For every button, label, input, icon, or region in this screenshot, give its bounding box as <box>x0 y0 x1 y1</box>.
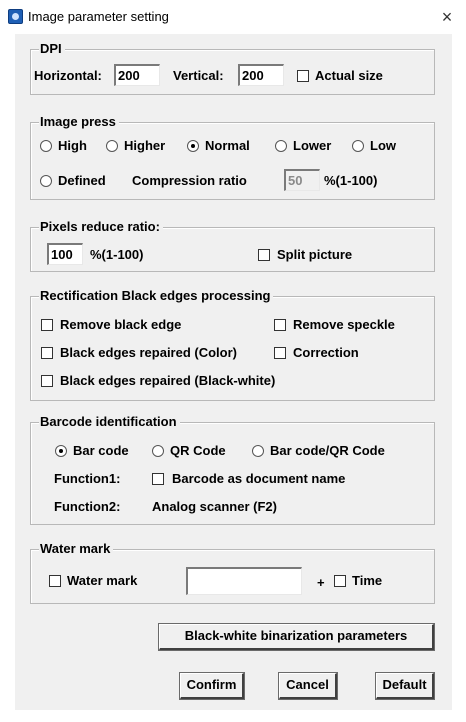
radio-normal[interactable] <box>187 140 199 152</box>
barcode-group: Barcode identification Bar code QR Code … <box>30 414 435 525</box>
radio-higher[interactable] <box>106 140 118 152</box>
remove-black-edge-label: Remove black edge <box>60 317 182 332</box>
radio-bar-code[interactable] <box>55 445 67 457</box>
cancel-button[interactable]: Cancel <box>278 672 338 700</box>
compression-range-label: %(1-100) <box>324 173 378 188</box>
horizontal-label: Horizontal: <box>34 68 102 83</box>
dialog-body: DPI Horizontal: 200 Vertical: 200 Actual… <box>15 34 452 710</box>
black-edges-color-label: Black edges repaired (Color) <box>60 345 237 360</box>
confirm-button[interactable]: Confirm <box>179 672 245 700</box>
binarization-parameters-button[interactable]: Black-white binarization parameters <box>158 623 435 651</box>
watermark-text-input[interactable] <box>186 567 302 595</box>
actual-size-checkbox[interactable] <box>297 70 309 82</box>
dpi-group: DPI Horizontal: 200 Vertical: 200 Actual… <box>30 41 435 95</box>
radio-qr-code[interactable] <box>152 445 164 457</box>
radio-low[interactable] <box>352 140 364 152</box>
watermark-group: Water mark Water mark + Time <box>30 541 435 604</box>
horizontal-dpi-input[interactable]: 200 <box>114 64 160 86</box>
watermark-label: Water mark <box>67 573 138 588</box>
actual-size-label: Actual size <box>315 68 383 83</box>
radio-qr-code-label: QR Code <box>170 443 226 458</box>
image-parameter-dialog: Image parameter setting × DPI Horizontal… <box>0 0 466 722</box>
black-edges-bw-checkbox[interactable] <box>41 375 53 387</box>
radio-normal-label: Normal <box>205 138 250 153</box>
radio-bar-code-label: Bar code <box>73 443 129 458</box>
watermark-legend: Water mark <box>39 541 114 557</box>
radio-high-label: High <box>58 138 87 153</box>
black-edges-bw-label: Black edges repaired (Black-white) <box>60 373 276 388</box>
radio-lower-label: Lower <box>293 138 332 153</box>
default-button[interactable]: Default <box>375 672 435 700</box>
function1-label: Function1: <box>54 471 121 486</box>
function2-label: Function2: <box>54 499 121 514</box>
compression-ratio-label: Compression ratio <box>132 173 247 188</box>
remove-black-edge-checkbox[interactable] <box>41 319 53 331</box>
radio-bar-qr-code[interactable] <box>252 445 264 457</box>
remove-speckle-label: Remove speckle <box>293 317 395 332</box>
barcode-legend: Barcode identification <box>39 414 180 430</box>
correction-label: Correction <box>293 345 359 360</box>
pixels-legend: Pixels reduce ratio: <box>39 219 163 235</box>
image-press-legend: Image press <box>39 114 119 130</box>
pixels-ratio-input[interactable]: 100 <box>47 243 83 265</box>
rectification-legend: Rectification Black edges processing <box>39 288 274 304</box>
rectification-group: Rectification Black edges processing Rem… <box>30 288 435 401</box>
black-edges-color-checkbox[interactable] <box>41 347 53 359</box>
compression-ratio-input[interactable]: 50 <box>284 169 320 191</box>
title-bar: Image parameter setting × <box>0 0 466 34</box>
window-title: Image parameter setting <box>28 9 169 24</box>
radio-lower[interactable] <box>275 140 287 152</box>
image-press-group: Image press High Higher Normal Lower Low… <box>30 114 435 200</box>
remove-speckle-checkbox[interactable] <box>274 319 286 331</box>
split-picture-checkbox[interactable] <box>258 249 270 261</box>
plus-label: + <box>317 575 325 590</box>
radio-defined[interactable] <box>40 175 52 187</box>
dpi-legend: DPI <box>39 41 65 57</box>
split-picture-label: Split picture <box>277 247 353 262</box>
pixels-group: Pixels reduce ratio: 100 %(1-100) Split … <box>30 219 435 272</box>
pixels-range-label: %(1-100) <box>90 247 144 262</box>
vertical-dpi-input[interactable]: 200 <box>238 64 284 86</box>
watermark-checkbox[interactable] <box>49 575 61 587</box>
barcode-as-name-checkbox[interactable] <box>152 473 164 485</box>
barcode-as-name-label: Barcode as document name <box>172 471 346 486</box>
time-label: Time <box>352 573 383 588</box>
app-icon <box>8 9 23 24</box>
vertical-label: Vertical: <box>173 68 224 83</box>
close-button[interactable]: × <box>432 3 462 31</box>
correction-checkbox[interactable] <box>274 347 286 359</box>
function2-value: Analog scanner (F2) <box>152 499 277 514</box>
radio-bar-qr-code-label: Bar code/QR Code <box>270 443 385 458</box>
radio-high[interactable] <box>40 140 52 152</box>
time-checkbox[interactable] <box>334 575 346 587</box>
radio-defined-label: Defined <box>58 173 106 188</box>
radio-higher-label: Higher <box>124 138 166 153</box>
radio-low-label: Low <box>370 138 396 153</box>
